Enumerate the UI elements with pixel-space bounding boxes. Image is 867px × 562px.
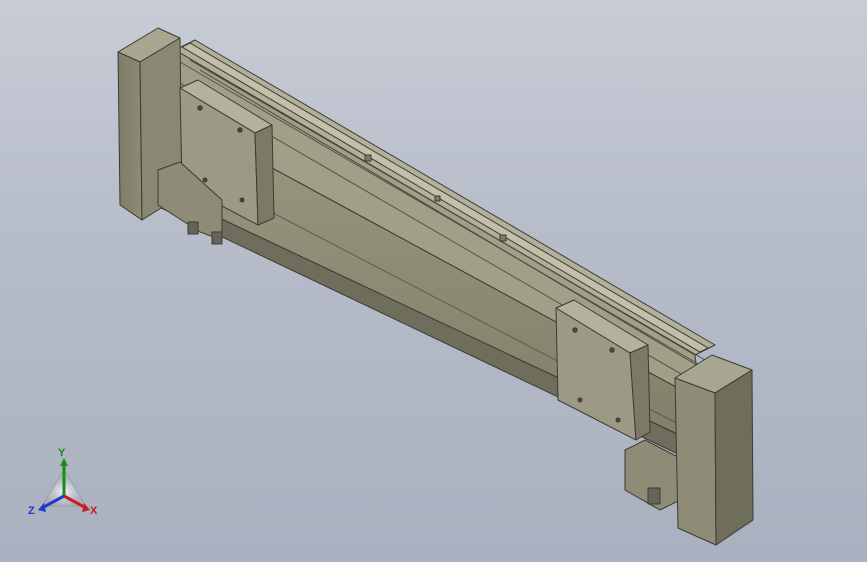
z-axis-label: Z bbox=[28, 505, 35, 517]
cad-viewport[interactable]: Y X Z bbox=[0, 0, 867, 562]
end-cap-right bbox=[674, 354, 754, 546]
x-axis-label: X bbox=[90, 505, 98, 517]
linear-module-model[interactable] bbox=[0, 0, 867, 562]
axis-triad: Y X Z bbox=[24, 448, 104, 523]
y-axis-label: Y bbox=[58, 447, 66, 459]
